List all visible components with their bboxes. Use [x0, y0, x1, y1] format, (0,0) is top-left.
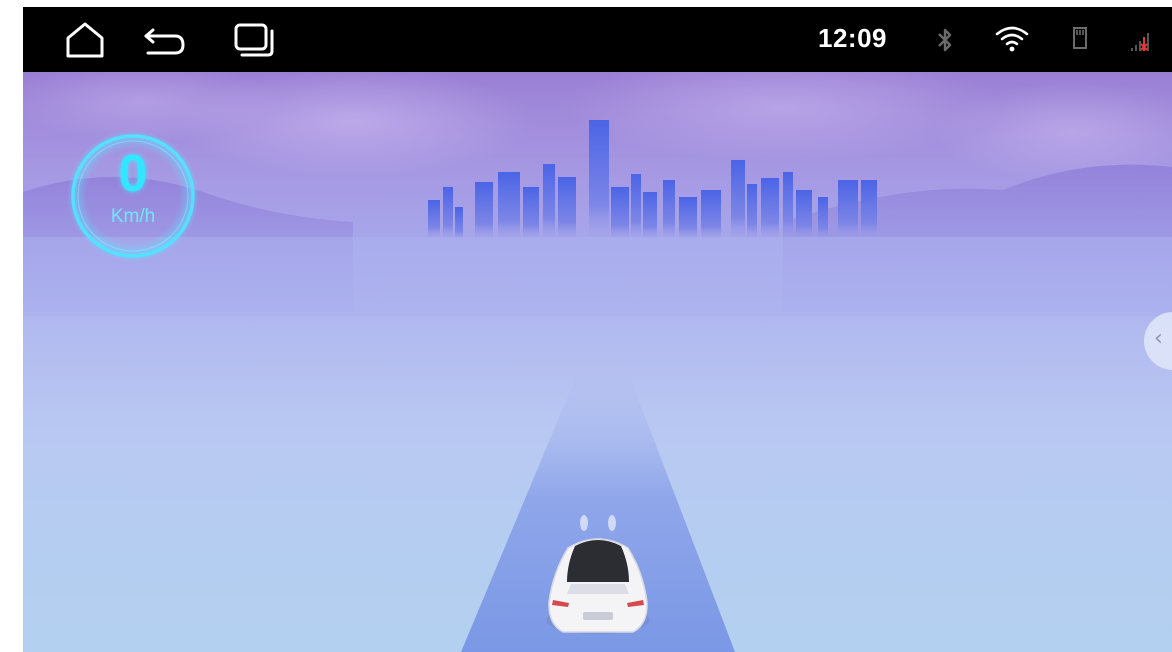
recent-apps-button[interactable] [231, 17, 277, 63]
sd-card-icon [1073, 27, 1087, 49]
speed-value: 0 [118, 145, 148, 203]
recent-apps-icon [234, 23, 274, 57]
driving-scene: 0 Km/h ‹ [23, 72, 1172, 652]
back-button[interactable] [142, 17, 188, 63]
car-launcher-screen: 12:09 0 Km/h ‹ [23, 7, 1172, 652]
signal-icon [1131, 33, 1149, 51]
chevron-left-icon: ‹ [1154, 326, 1163, 351]
speedometer: 0 Km/h [67, 130, 199, 262]
home-icon [66, 22, 104, 58]
back-arrow-icon [144, 28, 185, 55]
wifi-icon [995, 26, 1029, 52]
bluetooth-icon [938, 28, 952, 52]
clock-time: 12:09 [818, 23, 887, 53]
home-button[interactable] [62, 17, 108, 63]
speed-unit: Km/h [110, 206, 156, 227]
status-bar: 12:09 [23, 7, 1172, 72]
